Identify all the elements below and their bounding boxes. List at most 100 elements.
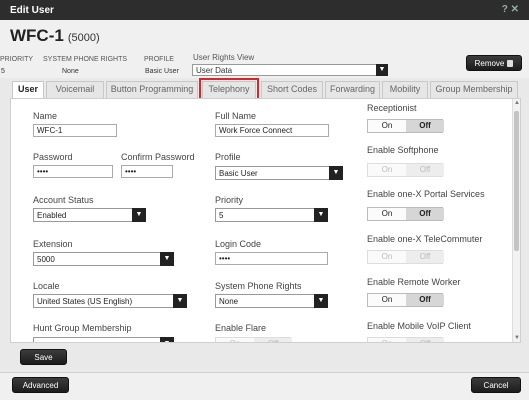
chevron-down-icon: ▼	[314, 208, 328, 222]
toggle-off-option: Off	[406, 251, 444, 263]
remove-button[interactable]: Remove	[466, 55, 522, 71]
toggle-off-option: Off	[406, 164, 444, 176]
chevron-down-icon: ▼	[314, 294, 328, 308]
full-name-label: Full Name	[215, 111, 257, 121]
enable-softphone-label: Enable Softphone	[367, 145, 439, 155]
enable-onex-telecommuter-toggle[interactable]: On Off	[367, 250, 444, 264]
hunt-group-membership-select[interactable]: ▼	[33, 337, 174, 342]
enable-onex-telecommuter-label: Enable one-X TeleCommuter	[367, 234, 483, 244]
profile-value: Basic User	[145, 68, 179, 75]
user-extension: (5000)	[67, 32, 100, 44]
locale-label: Locale	[33, 281, 60, 291]
tab-group-membership[interactable]: Group Membership	[430, 81, 518, 98]
enable-mobile-voip-toggle[interactable]: On Off	[367, 337, 444, 342]
profile-label: PROFILE	[144, 56, 174, 63]
name-input[interactable]: WFC-1	[33, 124, 117, 137]
receptionist-toggle[interactable]: On Off	[367, 119, 444, 133]
chevron-down-icon: ▼	[173, 294, 187, 308]
panel-scrollbar[interactable]: ▲ ▼	[512, 99, 520, 342]
toggle-off-option: Off	[406, 208, 444, 220]
profile-select-value: Basic User	[219, 169, 258, 178]
chevron-down-icon: ▼	[376, 64, 388, 76]
profile-select[interactable]: Basic User ▼	[215, 166, 343, 180]
enable-flare-toggle[interactable]: On Off	[215, 337, 292, 342]
tab-user[interactable]: User	[12, 81, 44, 99]
locale-value: United States (US English)	[37, 297, 133, 306]
enable-onex-portal-label: Enable one-X Portal Services	[367, 189, 485, 199]
account-status-label: Account Status	[33, 195, 94, 205]
extension-value: 5000	[37, 255, 55, 264]
priority-label: PRIORITY	[0, 56, 34, 63]
password-input[interactable]: ••••	[33, 165, 113, 178]
system-phone-rights-select[interactable]: None ▼	[215, 294, 328, 308]
scroll-up-icon[interactable]: ▲	[513, 100, 520, 106]
tab-bar: User Voicemail Button Programming Teleph…	[6, 78, 528, 101]
help-close-icon[interactable]: ? ✕	[502, 4, 519, 15]
extension-select[interactable]: 5000 ▼	[33, 252, 174, 266]
system-phone-rights-label: System Phone Rights	[215, 281, 302, 291]
priority-label: Priority	[215, 195, 244, 205]
tab-short-codes[interactable]: Short Codes	[261, 81, 323, 98]
hunt-group-membership-label: Hunt Group Membership	[33, 323, 132, 333]
toggle-on-option: On	[368, 251, 406, 263]
full-name-input[interactable]: Work Force Connect	[215, 124, 329, 137]
user-title: WFC-1 (5000)	[10, 26, 100, 46]
save-button[interactable]: Save	[20, 349, 67, 365]
chevron-down-icon: ▼	[160, 337, 174, 342]
tab-button-programming[interactable]: Button Programming	[106, 81, 198, 98]
scroll-down-icon[interactable]: ▼	[513, 335, 520, 341]
enable-softphone-toggle[interactable]: On Off	[367, 163, 444, 177]
login-code-label: Login Code	[215, 239, 262, 249]
confirm-password-label: Confirm Password	[121, 152, 195, 162]
toggle-off-option: Off	[406, 338, 444, 342]
confirm-password-input[interactable]: ••••	[121, 165, 173, 178]
password-label: Password	[33, 152, 73, 162]
toggle-off-option: Off	[406, 120, 444, 132]
toggle-on-option: On	[368, 338, 406, 342]
dialog-title: Edit User	[10, 5, 54, 16]
toggle-on-option: On	[368, 294, 406, 306]
toggle-on-option: On	[216, 338, 254, 342]
rights-view-label: User Rights View	[193, 53, 255, 62]
trash-icon	[507, 60, 514, 67]
dialog-footer	[0, 372, 529, 400]
toggle-on-option: On	[368, 164, 406, 176]
tab-mobility[interactable]: Mobility	[382, 81, 428, 98]
user-form-panel: Name WFC-1 Password •••• Confirm Passwor…	[10, 98, 521, 343]
cancel-button[interactable]: Cancel	[471, 377, 521, 393]
tab-voicemail[interactable]: Voicemail	[46, 81, 104, 98]
toggle-off-option: Off	[254, 338, 292, 342]
receptionist-label: Receptionist	[367, 103, 417, 113]
chevron-down-icon: ▼	[160, 252, 174, 266]
priority-select-value: 5	[219, 211, 224, 220]
rights-label: SYSTEM PHONE RIGHTS	[43, 56, 128, 63]
scrollbar-thumb[interactable]	[514, 111, 519, 251]
priority-value: 5	[1, 68, 5, 75]
priority-select[interactable]: 5 ▼	[215, 208, 328, 222]
system-phone-rights-value: None	[219, 297, 239, 306]
toggle-off-option: Off	[406, 294, 444, 306]
enable-remote-worker-label: Enable Remote Worker	[367, 277, 461, 287]
locale-select[interactable]: United States (US English) ▼	[33, 294, 187, 308]
name-label: Name	[33, 111, 58, 121]
dialog-titlebar: Edit User ? ✕	[0, 0, 529, 20]
extension-label: Extension	[33, 239, 73, 249]
chevron-down-icon: ▼	[329, 166, 343, 180]
enable-remote-worker-toggle[interactable]: On Off	[367, 293, 444, 307]
tab-forwarding[interactable]: Forwarding	[325, 81, 380, 98]
profile-label: Profile	[215, 152, 241, 162]
tab-telephony[interactable]: Telephony	[199, 78, 259, 101]
advanced-button[interactable]: Advanced	[12, 377, 69, 393]
rights-view-select[interactable]: User Data ▼	[192, 64, 388, 76]
account-status-select[interactable]: Enabled ▼	[33, 208, 146, 222]
rights-value: None	[62, 68, 79, 75]
user-name: WFC-1	[10, 26, 64, 45]
chevron-down-icon: ▼	[132, 208, 146, 222]
enable-flare-label: Enable Flare	[215, 323, 267, 333]
toggle-on-option: On	[368, 120, 406, 132]
login-code-input[interactable]: ••••	[215, 252, 328, 265]
enable-mobile-voip-label: Enable Mobile VoIP Client	[367, 321, 471, 331]
user-header: WFC-1 (5000) PRIORITY 5 SYSTEM PHONE RIGH…	[0, 20, 529, 78]
enable-onex-portal-toggle[interactable]: On Off	[367, 207, 444, 221]
remove-button-label: Remove	[474, 59, 505, 68]
